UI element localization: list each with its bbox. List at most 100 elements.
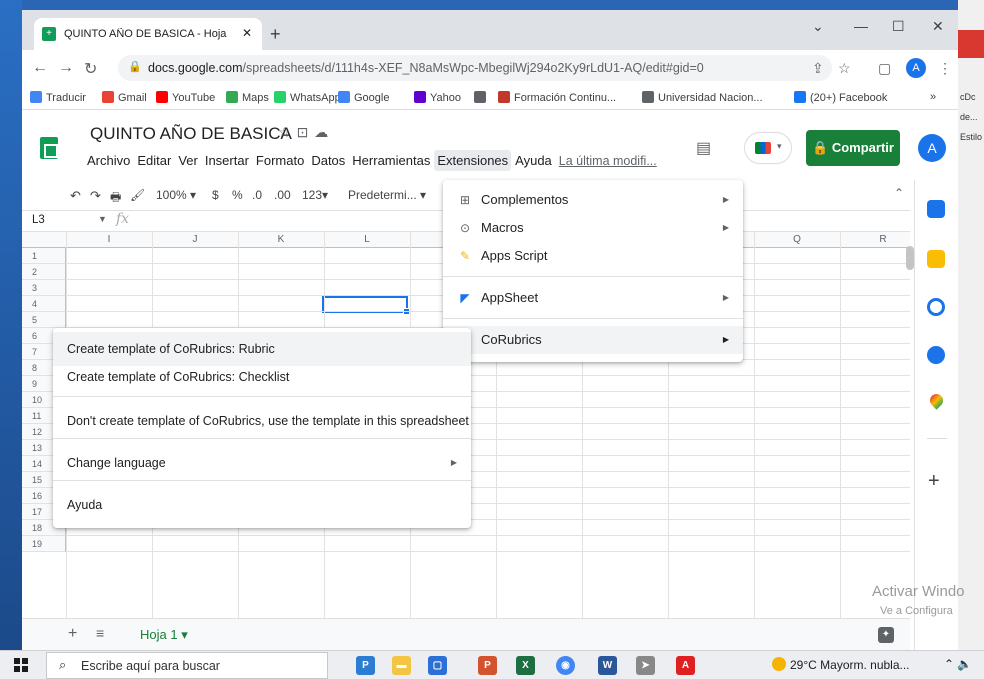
maximize-button[interactable]: ☐ (892, 18, 905, 35)
corubrics-menu-item[interactable]: Don't create template of CoRubrics, use … (53, 404, 471, 438)
back-button[interactable]: ← (32, 59, 48, 77)
explore-button[interactable]: ✦ (878, 627, 894, 643)
menu-editar[interactable]: Editar (134, 150, 174, 171)
url-input[interactable]: 🔒 docs.google.com/spreadsheets/d/111h4s-… (118, 55, 832, 81)
forward-button[interactable]: → (58, 59, 74, 77)
taskbar-acrobat-icon[interactable]: A (676, 656, 695, 675)
menu-formato[interactable]: Formato (253, 150, 307, 171)
profile-avatar[interactable]: A (906, 58, 926, 78)
paint-format-icon[interactable]: 🖌 (130, 188, 145, 202)
more-formats-select[interactable]: 123▾ (302, 188, 328, 202)
row-header[interactable]: 3 (22, 280, 66, 296)
taskbar-file-explorer-icon[interactable]: ▬ (392, 656, 411, 675)
row-header[interactable]: 1 (22, 248, 66, 264)
bookmark-item[interactable]: Traducir (30, 91, 86, 104)
row-header[interactable]: 2 (22, 264, 66, 280)
move-folder-icon[interactable]: ⊡ (297, 124, 315, 140)
keep-icon[interactable] (927, 250, 945, 268)
taskbar-powerpoint2-icon[interactable]: P (478, 656, 497, 675)
hide-menus-chevron-icon[interactable]: ⌃ (894, 186, 904, 200)
all-sheets-button[interactable]: ≡ (96, 625, 104, 641)
bookmark-item[interactable]: Formación Continu... (498, 91, 616, 104)
bookmark-item[interactable]: Google (338, 91, 389, 104)
windows-start-icon[interactable] (14, 658, 28, 672)
taskbar-chrome-icon[interactable]: ◉ (556, 656, 575, 675)
add-sheet-button[interactable]: + (68, 625, 77, 643)
vertical-scrollbar[interactable] (906, 246, 914, 270)
taskbar-word-icon[interactable]: W (598, 656, 617, 675)
taskbar-app-icon[interactable]: ▢ (428, 656, 447, 675)
bookmark-item[interactable]: Gmail (102, 91, 147, 104)
get-addons-icon[interactable]: + (928, 470, 940, 493)
decrease-decimal-button[interactable]: .0 (252, 188, 262, 202)
menu-item-apps-script[interactable]: ✎ Apps Script (443, 242, 743, 270)
undo-icon[interactable]: ↶ (70, 188, 81, 204)
corubrics-menu-item[interactable]: Change language ▶ (53, 446, 471, 480)
calendar-icon[interactable] (927, 200, 945, 218)
taskbar-powerpoint-icon[interactable]: P (356, 656, 375, 675)
sheet-tab[interactable]: Hoja 1 ▾ (130, 623, 210, 647)
column-header[interactable]: Q (754, 234, 840, 245)
last-edit-link[interactable]: La última modifi... (556, 151, 660, 171)
print-icon[interactable]: 🖶 (110, 188, 121, 209)
bookmark-star-icon[interactable]: ☆ (838, 60, 851, 77)
maps-icon[interactable] (927, 391, 946, 410)
star-icon[interactable]: ☆ (278, 124, 297, 140)
contacts-icon[interactable] (927, 346, 945, 364)
column-header[interactable]: I (66, 234, 152, 245)
menu-archivo[interactable]: Archivo (84, 150, 133, 171)
menu-ver[interactable]: Ver (175, 150, 201, 171)
sheets-logo-icon[interactable] (40, 137, 58, 159)
zoom-select[interactable]: 100% ▾ (156, 188, 196, 202)
row-header[interactable]: 19 (22, 536, 66, 552)
menu-datos[interactable]: Datos (308, 150, 348, 171)
menu-insertar[interactable]: Insertar (202, 150, 252, 171)
weather-text[interactable]: 29°C Mayorm. nubla... (790, 658, 910, 672)
close-tab-icon[interactable]: ✕ (242, 26, 252, 40)
menu-extensiones[interactable]: Extensiones (434, 150, 512, 171)
currency-format-button[interactable]: $ (212, 188, 219, 202)
menu-item-corubrics[interactable]: ⊞CoRubrics▶ (443, 326, 743, 354)
account-avatar[interactable]: A (918, 134, 946, 162)
share-page-icon[interactable]: ⇪ (812, 60, 824, 77)
column-header[interactable]: K (238, 234, 324, 245)
minimize-button[interactable]: — (854, 18, 868, 34)
column-header[interactable]: J (152, 234, 238, 245)
menu-item-macros[interactable]: ⊙ Macros ▶ (443, 214, 743, 242)
document-title[interactable]: QUINTO AÑO DE BASICA (90, 124, 292, 144)
font-select[interactable]: Predetermi... ▾ (348, 188, 426, 202)
bookmark-item[interactable]: YouTube (156, 91, 215, 104)
bookmark-item[interactable]: Yahoo (414, 91, 461, 104)
bookmark-item[interactable]: Maps (226, 91, 269, 104)
reload-button[interactable]: ↻ (84, 59, 97, 79)
comments-icon[interactable]: ▤ (696, 138, 711, 158)
share-button[interactable]: 🔒 Compartir (806, 130, 900, 166)
percent-format-button[interactable]: % (232, 188, 243, 202)
bookmark-item[interactable]: (20+) Facebook (794, 91, 887, 104)
tasks-icon[interactable] (927, 298, 945, 316)
taskbar-search[interactable]: ⌕ Escribe aquí para buscar (46, 652, 328, 679)
close-window-button[interactable]: ✕ (932, 18, 944, 35)
row-header[interactable]: 4 (22, 296, 66, 312)
chevron-down-icon[interactable]: ▼ (98, 214, 107, 224)
tab-search-icon[interactable]: ⌄ (812, 18, 824, 35)
column-header[interactable]: L (324, 234, 410, 245)
menu-ayuda[interactable]: Ayuda (512, 150, 555, 171)
side-panel-icon[interactable]: ▢ (878, 60, 891, 77)
system-tray[interactable]: ⌃ 🔈 (944, 657, 972, 671)
taskbar-app2-icon[interactable]: ➤ (636, 656, 655, 675)
increase-decimal-button[interactable]: .00 (274, 188, 291, 202)
more-bookmarks-icon[interactable]: » (930, 91, 936, 103)
bookmark-item[interactable]: WhatsApp (274, 91, 341, 104)
column-header[interactable]: R (840, 234, 910, 245)
menu-item-appsheet[interactable]: ◤ AppSheet ▶ (443, 284, 743, 312)
menu-herramientas[interactable]: Herramientas (349, 150, 433, 171)
corubrics-menu-item[interactable]: Ayuda (53, 488, 471, 522)
new-tab-button[interactable]: + (270, 24, 281, 45)
menu-item-complementos[interactable]: ⊞ Complementos ▶ (443, 186, 743, 214)
redo-icon[interactable]: ↷ (90, 188, 101, 204)
bookmark-item[interactable]: Universidad Nacion... (642, 91, 763, 104)
cloud-status-icon[interactable]: ☁ (314, 124, 334, 140)
name-box[interactable]: L3 (32, 214, 45, 226)
taskbar-excel-icon[interactable]: X (516, 656, 535, 675)
